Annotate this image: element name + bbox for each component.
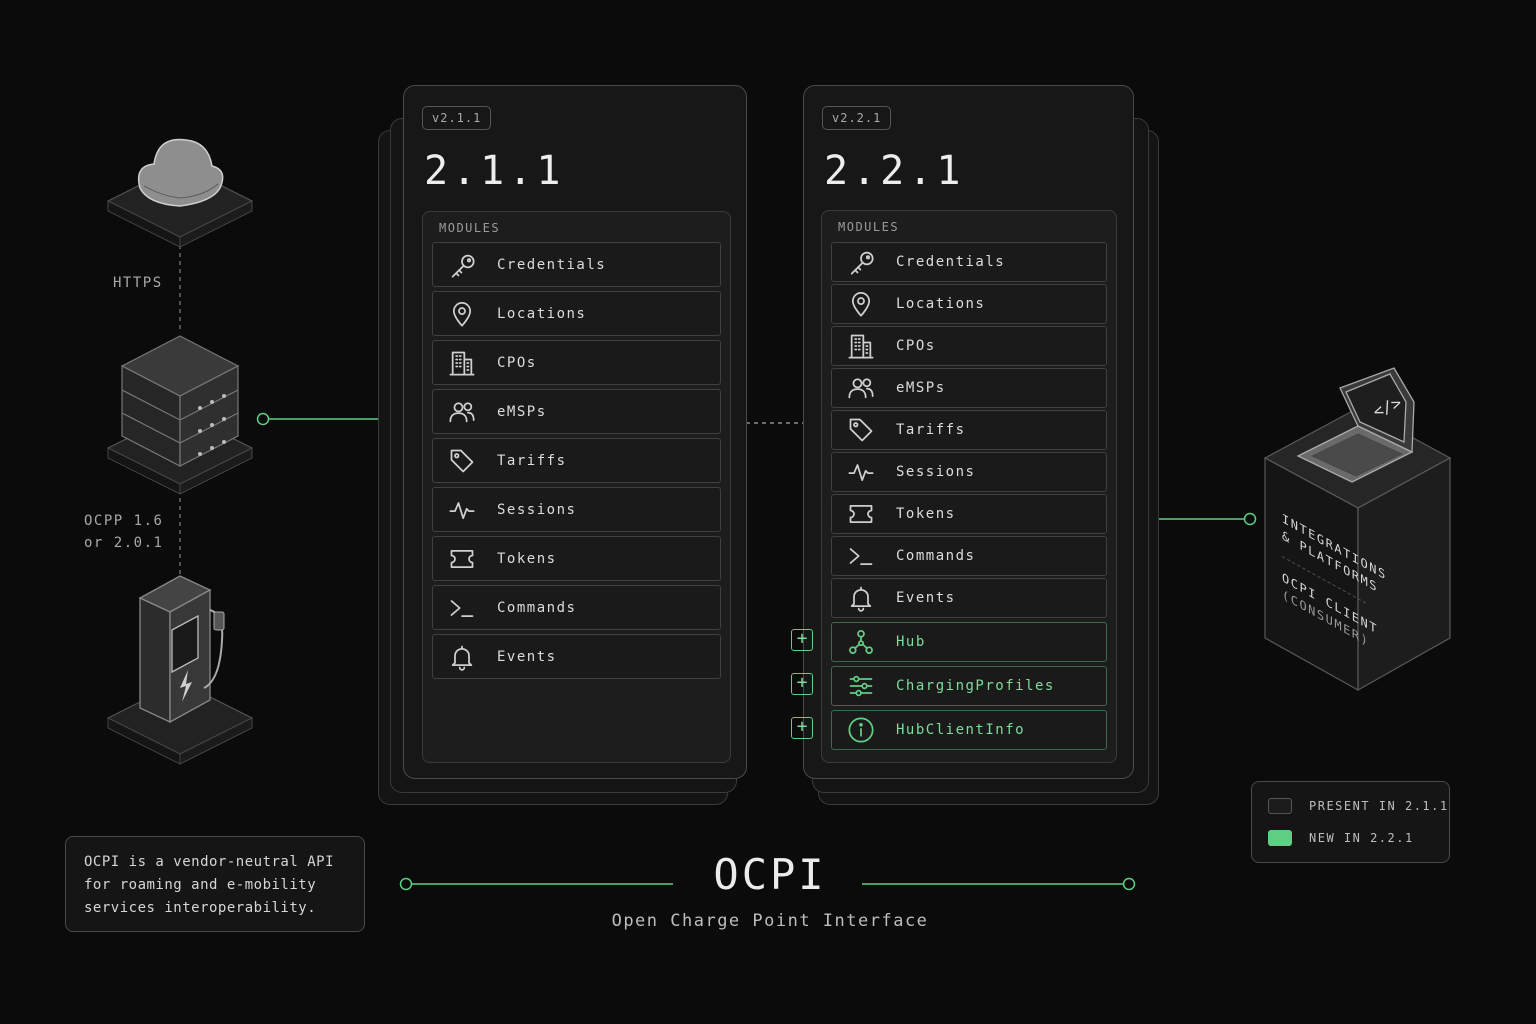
left-modules-label: MODULES (439, 221, 501, 235)
left-module-events[interactable]: Events (432, 634, 721, 679)
bell-icon (447, 642, 477, 672)
footer-subtitle: Open Charge Point Interface (611, 911, 929, 931)
tag-icon (447, 446, 477, 476)
right-module-label: ChargingProfiles (896, 678, 1055, 694)
ocpp-label-line-2: or 2.0.1 (84, 535, 164, 551)
ticket-icon (447, 544, 477, 574)
map-pin-icon (846, 289, 876, 319)
right-modules-label: MODULES (838, 220, 900, 234)
terminal-icon (846, 541, 876, 571)
right-module-label: Events (896, 590, 956, 606)
left-module-locations[interactable]: Locations (432, 291, 721, 336)
right-module-hub[interactable]: Hub (831, 622, 1107, 662)
left-version-panel: v2.1.1 2.1.1 MODULES Credentials Location… (403, 85, 747, 779)
new-module-plus-icon: + (791, 717, 813, 739)
new-module-plus-icon: + (791, 673, 813, 695)
key-icon (846, 247, 876, 277)
right-version-title: 2.2.1 (824, 148, 965, 194)
legend: PRESENT IN 2.1.1 NEW IN 2.2.1 (1251, 781, 1450, 863)
right-module-locations[interactable]: Locations (831, 284, 1107, 324)
left-module-tokens[interactable]: Tokens (432, 536, 721, 581)
right-module-emsps[interactable]: eMSPs (831, 368, 1107, 408)
right-module-label: HubClientInfo (896, 722, 1026, 738)
right-module-label: Locations (896, 296, 986, 312)
map-pin-icon (447, 299, 477, 329)
tag-icon (846, 415, 876, 445)
legend-new-label: NEW IN 2.2.1 (1309, 831, 1414, 845)
legend-present: PRESENT IN 2.1.1 (1268, 798, 1449, 814)
right-module-sessions[interactable]: Sessions (831, 452, 1107, 492)
left-module-cpos[interactable]: CPOs (432, 340, 721, 385)
right-module-label: Tariffs (896, 422, 966, 438)
users-icon (447, 397, 477, 427)
legend-present-label: PRESENT IN 2.1.1 (1309, 799, 1449, 813)
info-icon (846, 715, 876, 745)
right-module-label: Credentials (896, 254, 1006, 270)
info-box: OCPI is a vendor-neutral API for roaming… (65, 836, 365, 932)
right-module-label: Commands (896, 548, 976, 564)
left-module-tariffs[interactable]: Tariffs (432, 438, 721, 483)
right-module-events[interactable]: Events (831, 578, 1107, 618)
right-version-badge: v2.2.1 (822, 106, 892, 130)
left-module-label: Locations (497, 305, 587, 322)
legend-new-swatch (1268, 830, 1292, 846)
left-module-label: Commands (497, 599, 577, 616)
sliders-icon (846, 671, 876, 701)
info-line-2: for roaming and e-mobility (84, 877, 317, 893)
right-module-credentials[interactable]: Credentials (831, 242, 1107, 282)
activity-icon (447, 495, 477, 525)
left-module-label: eMSPs (497, 403, 547, 420)
left-modules-box: MODULES Credentials Locations CPOs eMSPs Tar… (422, 211, 731, 763)
right-module-tokens[interactable]: Tokens (831, 494, 1107, 534)
hub-icon (846, 627, 876, 657)
building-icon (447, 348, 477, 378)
legend-present-swatch (1268, 798, 1292, 814)
left-module-label: CPOs (497, 354, 537, 371)
https-label: HTTPS (113, 275, 163, 291)
info-line-3: services interoperability. (84, 900, 317, 916)
terminal-icon (447, 593, 477, 623)
right-module-label: Hub (896, 634, 926, 650)
server-icon (106, 335, 254, 495)
right-module-label: CPOs (896, 338, 936, 354)
users-icon (846, 373, 876, 403)
left-module-emsps[interactable]: eMSPs (432, 389, 721, 434)
building-icon (846, 331, 876, 361)
right-module-label: eMSPs (896, 380, 946, 396)
ocpp-label: OCPP 1.6 or 2.0.1 (84, 510, 163, 554)
left-module-label: Tokens (497, 550, 557, 567)
right-module-hubclientinfo[interactable]: HubClientInfo (831, 710, 1107, 750)
right-module-cpos[interactable]: CPOs (831, 326, 1107, 366)
right-module-commands[interactable]: Commands (831, 536, 1107, 576)
right-modules-box: MODULES Credentials Locations CPOs eMSPs Tar… (821, 210, 1117, 763)
activity-icon (846, 457, 876, 487)
left-module-label: Events (497, 648, 557, 665)
right-module-chargingprofiles[interactable]: ChargingProfiles (831, 666, 1107, 706)
footer-title: OCPI (713, 850, 827, 899)
right-version-panel: v2.2.1 2.2.1 MODULES Credentials Location… (803, 85, 1134, 779)
left-module-commands[interactable]: Commands (432, 585, 721, 630)
charging-station-icon (106, 575, 254, 765)
ocpp-label-line-1: OCPP 1.6 (84, 513, 164, 529)
bell-icon (846, 583, 876, 613)
right-module-label: Sessions (896, 464, 976, 480)
left-module-sessions[interactable]: Sessions (432, 487, 721, 532)
ticket-icon (846, 499, 876, 529)
right-module-label: Tokens (896, 506, 956, 522)
key-icon (447, 250, 477, 280)
cloud-icon (106, 138, 254, 248)
left-module-credentials[interactable]: Credentials (432, 242, 721, 287)
right-module-tariffs[interactable]: Tariffs (831, 410, 1107, 450)
left-module-label: Credentials (497, 256, 607, 273)
info-line-1: OCPI is a vendor-neutral API (84, 854, 335, 870)
left-version-badge: v2.1.1 (422, 106, 492, 130)
new-module-plus-icon: + (791, 629, 813, 651)
left-module-label: Tariffs (497, 452, 567, 469)
left-module-label: Sessions (497, 501, 577, 518)
legend-new: NEW IN 2.2.1 (1268, 830, 1414, 846)
left-version-title: 2.1.1 (424, 148, 565, 194)
